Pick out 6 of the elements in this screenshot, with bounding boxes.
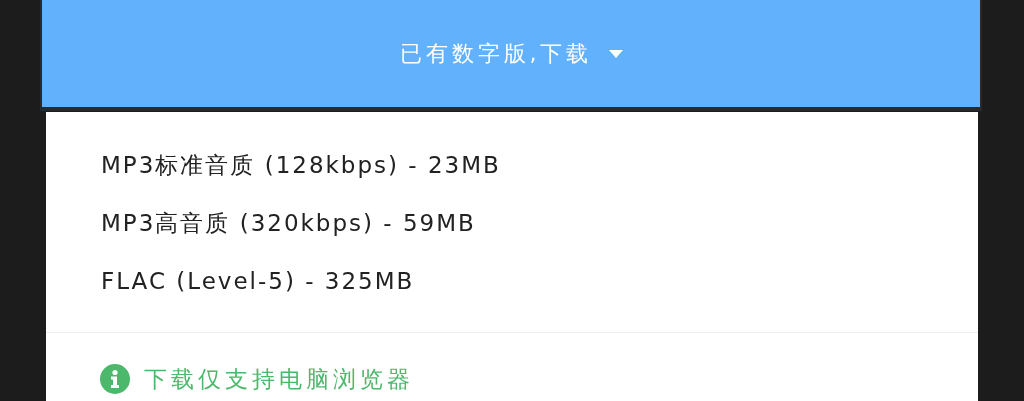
menu-item[interactable]: FLAC (Level-5) - 325MB bbox=[46, 252, 978, 310]
info-icon bbox=[100, 364, 130, 395]
caret-down-icon bbox=[608, 49, 623, 58]
menu-item[interactable]: MP3标准音质 (128kbps) - 23MB bbox=[46, 136, 978, 194]
note-text: 下载仅支持电脑浏览器 bbox=[144, 365, 414, 394]
menu-item[interactable]: MP3高音质 (320kbps) - 59MB bbox=[46, 194, 978, 252]
